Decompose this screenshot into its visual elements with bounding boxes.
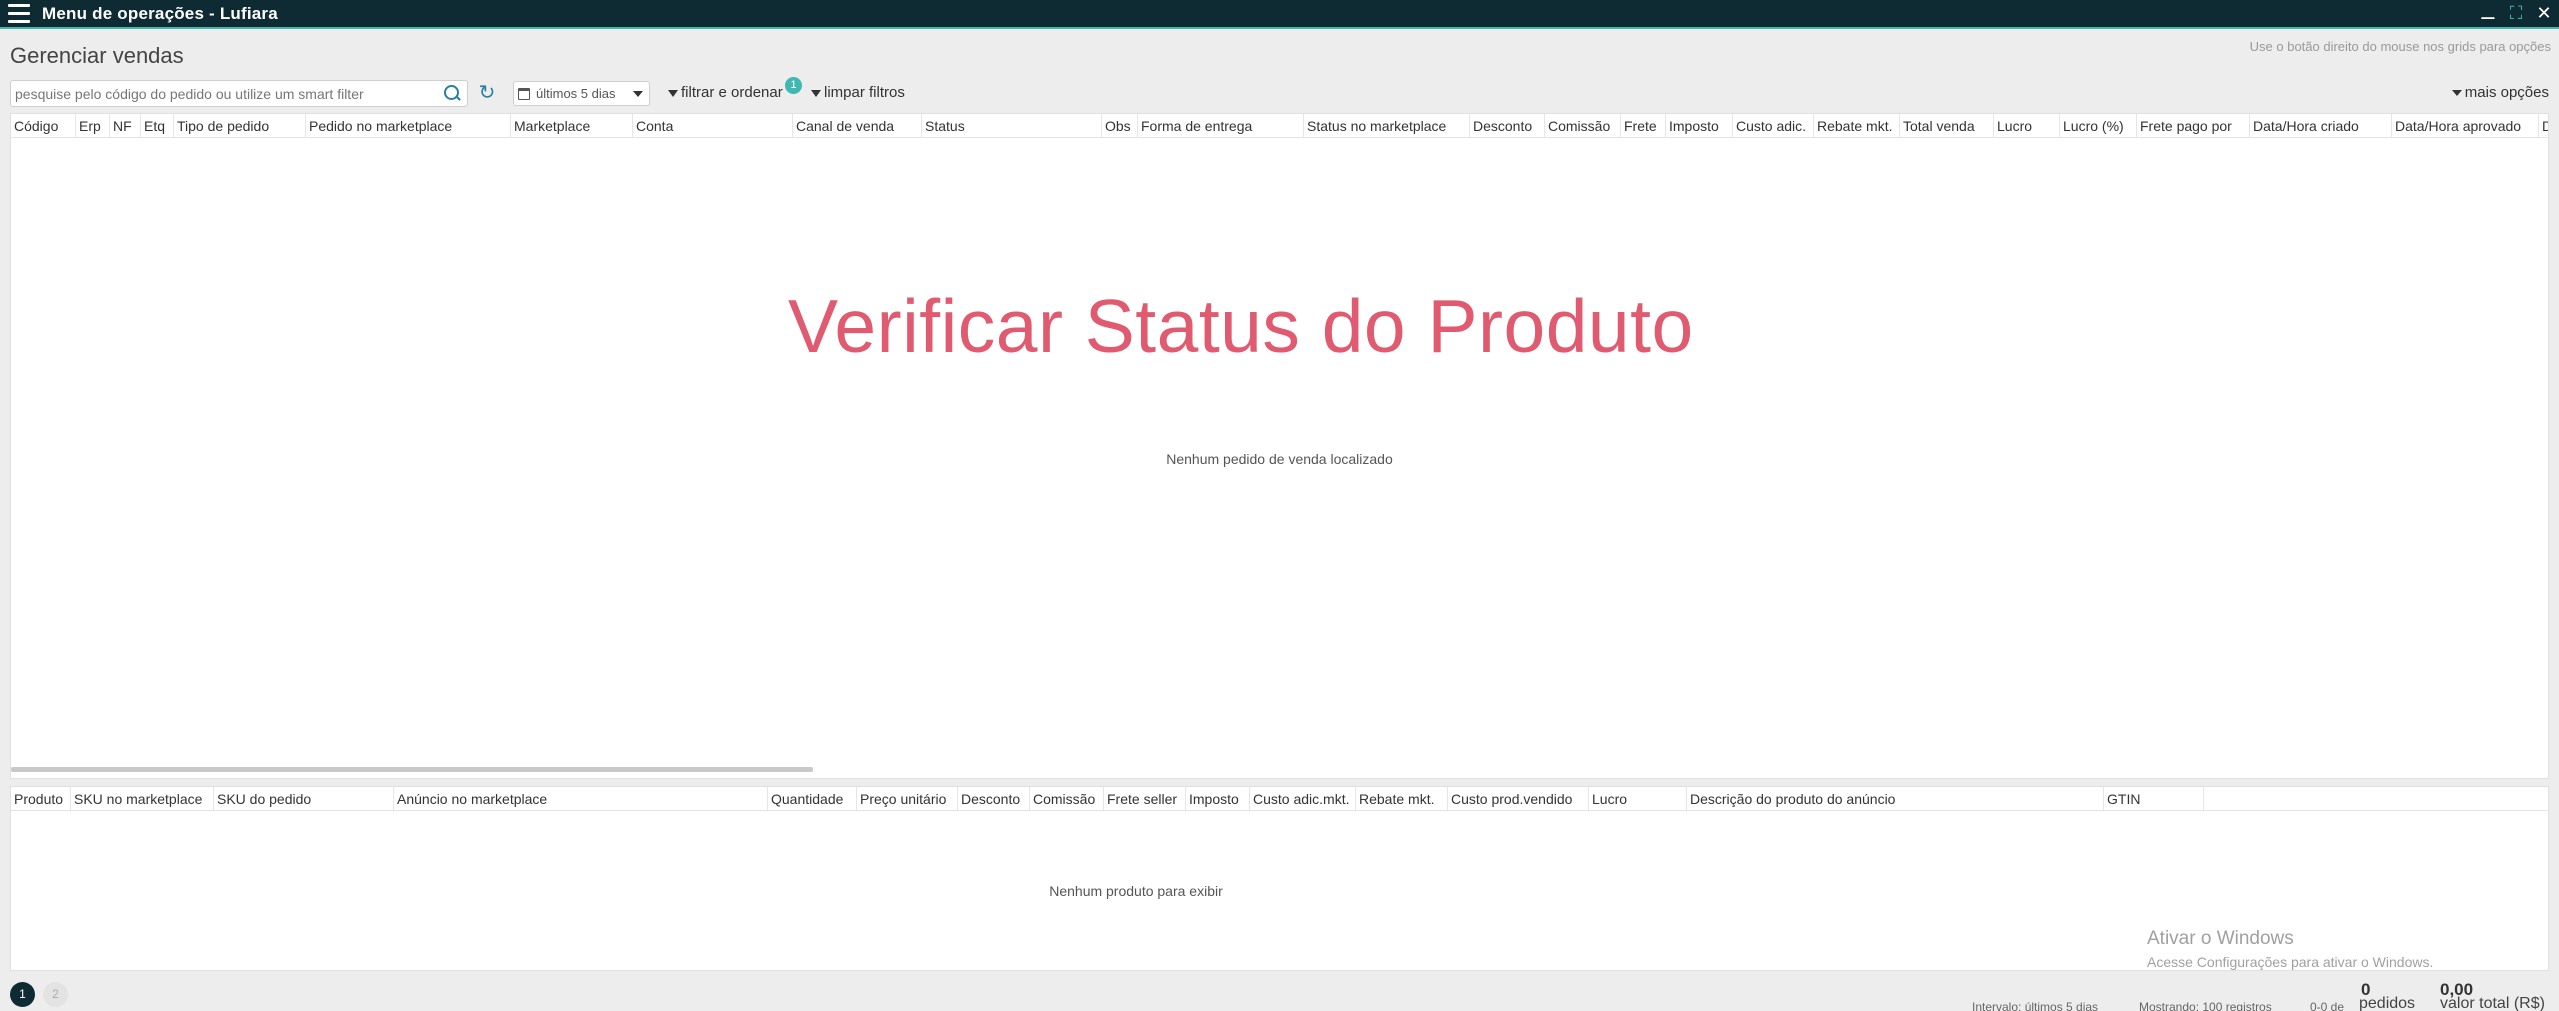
- clear-filters-label: limpar filtros: [824, 84, 905, 101]
- orders-column-header[interactable]: Lucro (%): [2060, 114, 2137, 138]
- orders-column-header[interactable]: Total venda: [1900, 114, 1994, 138]
- orders-column-header[interactable]: Desconto: [1470, 114, 1545, 138]
- clear-filters-button[interactable]: limpar filtros: [811, 84, 905, 101]
- products-column-header[interactable]: GTIN: [2104, 787, 2204, 811]
- products-column-header[interactable]: Comissão: [1030, 787, 1104, 811]
- orders-column-header[interactable]: Rebate mkt.: [1814, 114, 1900, 138]
- orders-column-header[interactable]: Canal de venda: [793, 114, 922, 138]
- products-column-header[interactable]: Produto: [11, 787, 71, 811]
- orders-column-header[interactable]: Lucro: [1994, 114, 2060, 138]
- search-input[interactable]: [11, 85, 441, 102]
- products-column-header[interactable]: Imposto: [1186, 787, 1250, 811]
- orders-column-header[interactable]: Data/Hora criado: [2250, 114, 2392, 138]
- clear-funnel-icon: [811, 90, 821, 97]
- page-button-2[interactable]: 2: [43, 982, 68, 1007]
- products-column-header[interactable]: Rebate mkt.: [1356, 787, 1448, 811]
- filter-sort-button[interactable]: filtrar e ordenar: [668, 84, 783, 101]
- orders-column-header[interactable]: Comissão: [1545, 114, 1621, 138]
- total-value-label: valor total (R$): [2440, 995, 2545, 1011]
- orders-column-header[interactable]: Frete pago por: [2137, 114, 2250, 138]
- orders-column-header[interactable]: Pedido no marketplace: [306, 114, 511, 138]
- caret-down-icon: [2451, 89, 2462, 96]
- orders-column-header[interactable]: Tipo de pedido: [174, 114, 306, 138]
- orders-column-header[interactable]: Obs: [1102, 114, 1138, 138]
- filter-count-badge: 1: [785, 77, 802, 94]
- pagination: 1 2: [10, 982, 68, 1007]
- search-icon[interactable]: [441, 83, 463, 105]
- products-column-header[interactable]: Custo prod.vendido: [1448, 787, 1589, 811]
- horizontal-scrollbar[interactable]: [11, 767, 813, 772]
- hamburger-menu-icon[interactable]: [8, 0, 36, 28]
- orders-column-header[interactable]: Status no marketplace: [1304, 114, 1470, 138]
- maximize-icon[interactable]: ⛶: [2507, 2, 2525, 24]
- products-column-header[interactable]: Anúncio no marketplace: [394, 787, 768, 811]
- orders-empty-message: Nenhum pedido de venda localizado: [1166, 451, 1393, 467]
- footer-range: 0-0 de: [2310, 1000, 2345, 1011]
- products-empty-message: Nenhum produto para exibir: [1049, 883, 1223, 899]
- orders-column-header[interactable]: Data/Hora aprovado: [2392, 114, 2539, 138]
- windows-activation-notice: Ativar o Windows Acesse Configurações pa…: [2147, 928, 2433, 970]
- products-column-header[interactable]: SKU do pedido: [214, 787, 394, 811]
- page-title: Gerenciar vendas: [10, 43, 184, 68]
- orders-column-header[interactable]: Frete: [1621, 114, 1666, 138]
- products-column-header[interactable]: SKU no marketplace: [71, 787, 214, 811]
- products-column-header[interactable]: Lucro: [1589, 787, 1687, 811]
- products-column-header[interactable]: Custo adic.mkt.: [1250, 787, 1356, 811]
- footer-showing: Mostrando: 100 registros: [2139, 1000, 2272, 1011]
- orders-column-header[interactable]: Custo adic.: [1733, 114, 1814, 138]
- products-column-header[interactable]: Preço unitário: [857, 787, 958, 811]
- date-range-value: últimos 5 dias: [536, 86, 616, 101]
- filter-sort-label: filtrar e ordenar: [681, 84, 783, 101]
- products-grid-header: Produto SKU no marketplace SKU do pedido An…: [11, 787, 2548, 811]
- funnel-icon: [668, 90, 678, 97]
- orders-column-header[interactable]: NF: [110, 114, 141, 138]
- page-button-1[interactable]: 1: [10, 982, 35, 1007]
- orders-label: pedidos: [2359, 995, 2416, 1011]
- orders-column-header[interactable]: Código: [11, 114, 76, 138]
- date-range-select[interactable]: últimos 5 dias: [513, 81, 650, 106]
- title-bar: Menu de operações - Lufiara ⚊ ⛶ ✕: [0, 0, 2559, 29]
- more-options-button[interactable]: mais opções: [2451, 84, 2549, 101]
- orders-grid-header: Código Erp NF Etq Tipo de pedido Pedido no ma…: [11, 114, 2548, 138]
- search-box: [10, 80, 468, 107]
- orders-column-header[interactable]: Conta: [633, 114, 793, 138]
- orders-column-header[interactable]: Erp: [76, 114, 110, 138]
- orders-column-header[interactable]: D: [2539, 114, 2548, 138]
- window-title: Menu de operações - Lufiara: [42, 3, 278, 23]
- footer-interval: Intervalo: últimos 5 dias: [1972, 1000, 2099, 1011]
- activation-subtitle: Acesse Configurações para ativar o Windo…: [2147, 954, 2434, 970]
- window-controls: ⚊ ⛶ ✕: [2479, 2, 2553, 24]
- orders-column-header[interactable]: Imposto: [1666, 114, 1733, 138]
- minimize-icon[interactable]: ⚊: [2479, 2, 2497, 24]
- more-options-label: mais opções: [2464, 84, 2549, 101]
- activation-title: Ativar o Windows: [2147, 928, 2294, 949]
- products-column-header[interactable]: Desconto: [958, 787, 1030, 811]
- refresh-icon[interactable]: ↻: [476, 82, 498, 104]
- orders-column-header[interactable]: Marketplace: [511, 114, 633, 138]
- orders-column-header[interactable]: Etq: [141, 114, 174, 138]
- grid-hint: Use o botão direito do mouse nos grids p…: [2249, 39, 2551, 54]
- orders-column-header[interactable]: Forma de entrega: [1138, 114, 1304, 138]
- products-column-header[interactable]: Frete seller: [1104, 787, 1186, 811]
- products-column-header[interactable]: Quantidade: [768, 787, 857, 811]
- chevron-down-icon: [633, 90, 643, 97]
- products-column-header[interactable]: Descrição do produto do anúncio: [1687, 787, 2104, 811]
- orders-column-header[interactable]: Status: [922, 114, 1102, 138]
- close-icon[interactable]: ✕: [2535, 2, 2553, 24]
- calendar-icon: [518, 87, 530, 100]
- orders-grid[interactable]: Código Erp NF Etq Tipo de pedido Pedido no ma…: [10, 113, 2549, 779]
